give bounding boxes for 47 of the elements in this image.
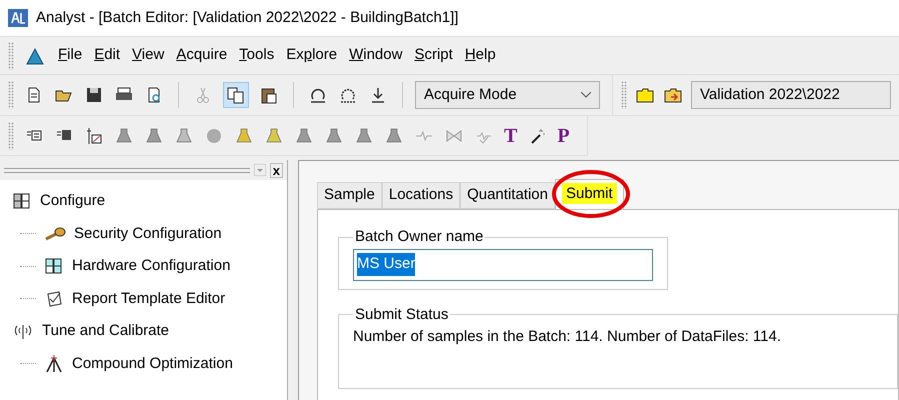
menu-item[interactable]: File xyxy=(58,44,82,67)
flask-icon[interactable] xyxy=(174,126,194,146)
tree-item[interactable]: Report Template Editor xyxy=(72,288,226,310)
app-logo-icon xyxy=(8,9,28,27)
flask-icon[interactable] xyxy=(354,126,374,146)
flask-icon[interactable] xyxy=(324,126,344,146)
tray-flag-icon[interactable] xyxy=(84,126,104,146)
status-text: Number of samples in the Batch: 114. Number of DataFiles: 114. xyxy=(353,327,782,347)
menu-item[interactable]: Edit xyxy=(94,44,120,67)
p-tool-button[interactable]: P xyxy=(557,126,570,146)
tab[interactable]: Submit xyxy=(554,179,624,209)
flask-icon[interactable] xyxy=(264,126,284,146)
copy-button[interactable] xyxy=(223,82,249,108)
save-icon[interactable] xyxy=(84,85,104,105)
mode-select[interactable]: Acquire Mode xyxy=(415,81,600,109)
flask-icon[interactable] xyxy=(144,126,164,146)
group-label: Submit Status xyxy=(354,304,450,324)
menu-item[interactable]: Help xyxy=(464,44,496,67)
project-select[interactable]: Validation 2022\2022 xyxy=(691,81,891,109)
grid-icon xyxy=(12,191,32,212)
tree-item[interactable]: Security Configuration xyxy=(74,222,222,245)
tree-item[interactable]: Tune and Calibrate xyxy=(42,320,170,342)
menu-item[interactable]: Acquire xyxy=(176,44,228,67)
menu-item[interactable]: Window xyxy=(349,44,402,67)
window-title: Analyst - [Batch Editor: [Validation 2022\2022 - BuildingBatch1]] xyxy=(36,8,458,28)
tab[interactable]: Quantitation xyxy=(460,182,555,209)
close-button[interactable]: x xyxy=(270,162,283,178)
flask-icon[interactable] xyxy=(234,126,254,146)
menu-item[interactable]: View xyxy=(132,44,164,67)
flask-icon[interactable] xyxy=(384,126,404,146)
grid-icon xyxy=(44,256,64,276)
menu-item[interactable]: Explore xyxy=(286,44,338,67)
tree-item[interactable]: Configure xyxy=(40,190,106,212)
chevron-down-icon xyxy=(581,92,591,98)
triangle-logo-icon xyxy=(26,46,46,66)
menu-item[interactable]: Script xyxy=(414,44,453,67)
owner-name-field[interactable]: MS User xyxy=(353,248,653,280)
group-label: Batch Owner name xyxy=(354,227,484,247)
menu-item[interactable]: Tools xyxy=(239,44,274,67)
flask-icon[interactable] xyxy=(114,126,134,146)
tab[interactable]: Sample xyxy=(317,182,382,209)
text-tool-button[interactable]: T xyxy=(504,126,518,146)
flask-icon[interactable] xyxy=(294,126,314,146)
tripod-icon xyxy=(44,354,64,374)
tree-item[interactable]: Compound Optimization xyxy=(72,352,233,375)
tree-item[interactable]: Hardware Configuration xyxy=(72,255,230,278)
tab[interactable]: Locations xyxy=(382,182,460,209)
